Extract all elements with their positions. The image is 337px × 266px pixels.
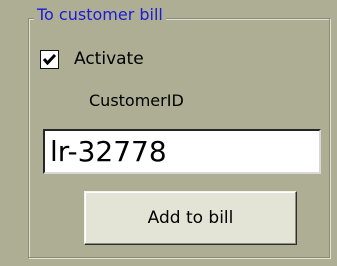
activate-label[interactable]: Activate <box>74 48 144 70</box>
activate-checkbox[interactable] <box>40 50 59 69</box>
customer-id-input[interactable] <box>43 129 321 174</box>
customer-id-label: CustomerID <box>89 91 184 110</box>
add-to-bill-button[interactable]: Add to bill <box>84 191 297 245</box>
groupbox-title: To customer bill <box>34 5 166 25</box>
check-icon <box>42 53 57 66</box>
